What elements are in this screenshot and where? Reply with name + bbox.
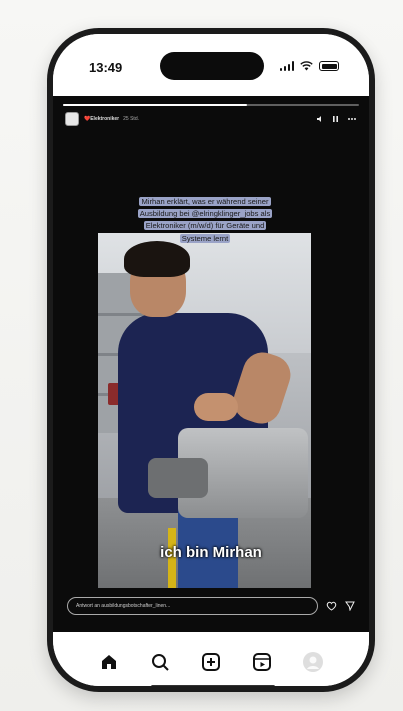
reply-input[interactable]: Antwort an ausbildungsbotschafter_linen.… — [67, 597, 318, 615]
signal-icon — [279, 61, 294, 71]
video-subtitle: ich bin Mirhan — [160, 544, 262, 561]
more-icon[interactable] — [347, 115, 357, 123]
reply-icons — [326, 601, 355, 611]
bottom-navigation — [53, 632, 369, 686]
status-icons — [279, 61, 339, 71]
status-time: 13:49 — [89, 60, 123, 75]
status-bar: 13:49 — [53, 34, 369, 96]
reels-icon — [253, 653, 272, 671]
profile-icon — [303, 652, 324, 672]
story-caption: Mirhan erklärt, was er während seiner Au… — [129, 196, 281, 245]
nav-reels[interactable] — [250, 650, 274, 674]
wifi-icon — [300, 61, 313, 71]
story-video[interactable] — [98, 233, 311, 588]
story-progress-bar — [63, 104, 359, 106]
nav-create[interactable] — [199, 650, 223, 674]
story-progress-fill — [63, 104, 247, 106]
send-icon[interactable] — [345, 601, 355, 611]
video-person-hand — [194, 393, 238, 421]
home-icon — [101, 655, 116, 669]
home-indicator — [151, 685, 275, 686]
story-caption-text: Mirhan erklärt, was er während seiner Au… — [137, 197, 273, 243]
dynamic-island — [160, 52, 264, 80]
phone-frame: 13:49 ❤️Elektroniker 25 Std. Mirhan erkl… — [47, 28, 375, 692]
create-icon — [201, 653, 220, 671]
video-machine-part — [148, 458, 208, 498]
nav-profile[interactable] — [301, 650, 325, 674]
pause-icon[interactable] — [332, 115, 339, 123]
heart-icon[interactable] — [326, 601, 337, 611]
video-person-hair — [124, 241, 190, 277]
story-header: ❤️Elektroniker 25 Std. — [65, 110, 357, 128]
search-icon — [151, 654, 169, 671]
story-header-icons — [316, 115, 357, 123]
account-avatar[interactable] — [65, 112, 79, 126]
account-name[interactable]: ❤️Elektroniker — [84, 116, 119, 122]
battery-icon — [319, 61, 339, 71]
mute-icon[interactable] — [316, 115, 324, 123]
story-viewer[interactable]: ❤️Elektroniker 25 Std. Mirhan erklärt, w… — [53, 96, 369, 632]
nav-search[interactable] — [148, 650, 172, 674]
nav-home[interactable] — [97, 650, 121, 674]
posted-time: 25 Std. — [123, 116, 139, 122]
reply-bar: Antwort an ausbildungsbotschafter_linen.… — [67, 596, 355, 616]
phone-screen: 13:49 ❤️Elektroniker 25 Std. Mirhan erkl… — [53, 34, 369, 686]
